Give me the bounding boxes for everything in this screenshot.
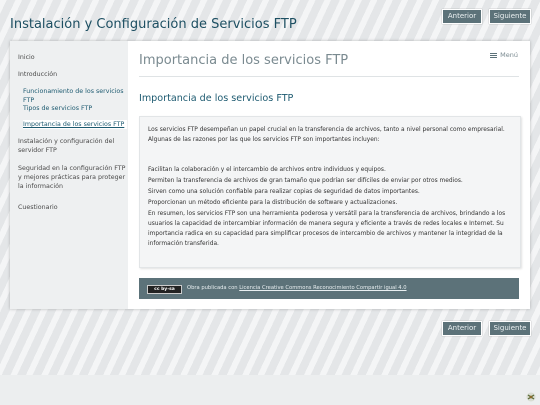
exelearning-icon[interactable] [526,392,536,402]
content-box: Los servicios FTP desempeñan un papel cr… [139,116,521,268]
sidebar-item-seguridad[interactable]: Seguridad en la configuración FTP y mejo… [18,164,126,191]
hamburger-icon [490,52,498,59]
footer-text: Obra publicada con Licencia Creative Com… [187,278,407,299]
license-footer: cc by-sa Obra publicada con Licencia Cre… [139,278,519,299]
reason-line-4: Proporcionan un método eficiente para la… [148,200,398,206]
conclusion-paragraph: En resumen, los servicios FTP son una he… [148,211,506,247]
footer-prefix: Obra publicada con [187,285,238,291]
title-divider [139,76,519,77]
reason-line-3: Sirven como una solución confiable para … [148,189,420,195]
cc-license-badge[interactable]: cc by-sa [147,285,182,294]
section-title: Importancia de los servicios FTP [139,93,294,104]
sidebar-item-importancia[interactable]: Importancia de los servicios FTP [23,120,127,129]
main-content: Importancia de los servicios FTP Menú Im… [128,41,530,309]
reason-line-2: Permiten la transferencia de archivos de… [148,178,463,184]
sidebar-item-instalacion[interactable]: Instalación y configuración del servidor… [18,137,126,155]
sidebar-item-tipos[interactable]: Tipos de servicios FTP [23,104,127,113]
top-previous-button[interactable]: Anterior [442,9,482,24]
content-container: Inicio Introducción Funcionamiento de lo… [10,41,530,309]
site-title: Instalación y Configuración de Servicios… [10,17,297,32]
menu-toggle[interactable]: Menú [490,51,518,59]
sidebar-item-funcionamiento[interactable]: Funcionamiento de los servicios FTP [23,87,127,105]
license-link[interactable]: Licencia Creative Commons Reconocimiento… [239,285,406,291]
page-background-bottom [0,375,540,405]
menu-label: Menú [500,51,518,59]
page-title: Importancia de los servicios FTP [139,53,349,68]
intro-paragraph: Los servicios FTP desempeñan un papel cr… [148,127,505,143]
top-next-button[interactable]: Siguiente [489,9,531,24]
reason-line-1: Facilitan la colaboración y el intercamb… [148,167,386,173]
bottom-previous-button[interactable]: Anterior [442,321,482,336]
sidebar-item-inicio[interactable]: Inicio [18,53,126,62]
sidebar-item-introduccion[interactable]: Introducción [18,70,126,79]
sidebar-item-cuestionario[interactable]: Cuestionario [18,203,126,212]
sidebar-nav: Inicio Introducción Funcionamiento de lo… [10,41,128,309]
bottom-next-button[interactable]: Siguiente [489,321,531,336]
